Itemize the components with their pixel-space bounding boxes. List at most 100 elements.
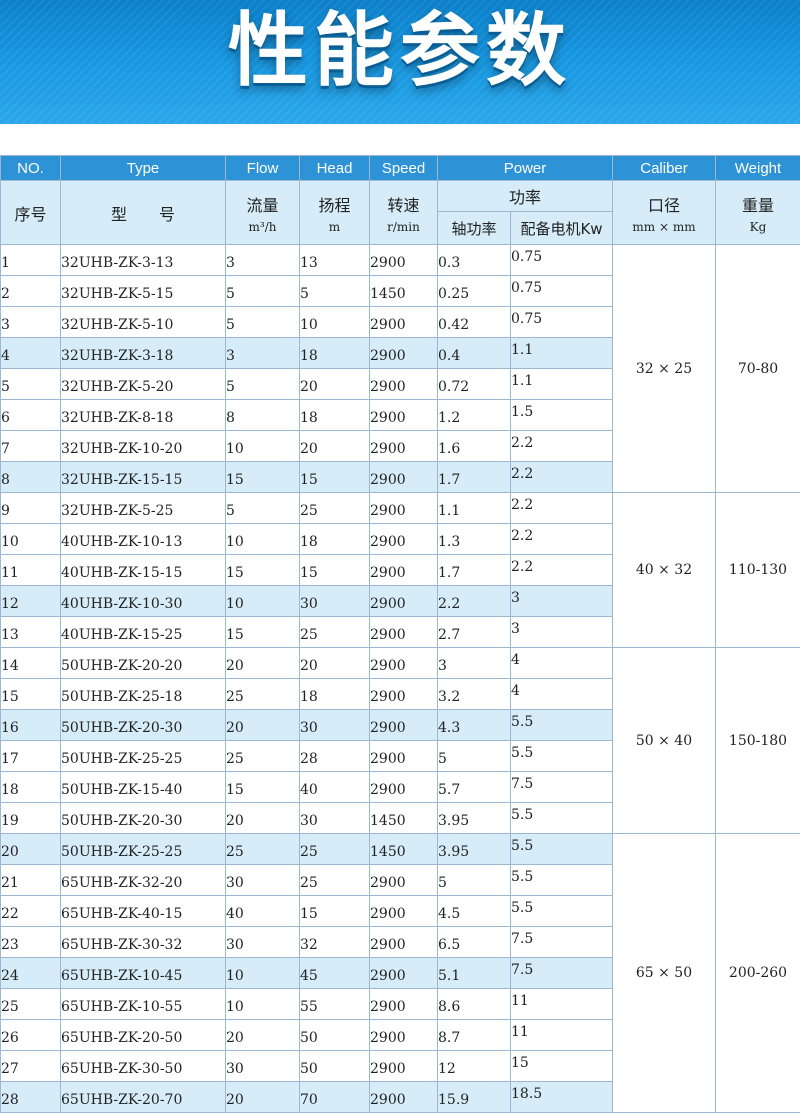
cell-head-text: 30	[300, 596, 318, 612]
cell-no: 23	[0, 926, 61, 958]
group-weight: 70-80	[715, 244, 800, 493]
cell-speed: 2900	[369, 988, 438, 1020]
cell-head-text: 18	[300, 410, 318, 426]
cell-flow: 10	[225, 430, 300, 462]
cell-type: 65UHB-ZK-10-55	[60, 988, 226, 1020]
cell-speed: 2900	[369, 895, 438, 927]
cell-type: 50UHB-ZK-20-30	[60, 802, 226, 834]
speed-unit: r/min	[387, 219, 420, 234]
cell-speed: 2900	[369, 926, 438, 958]
cell-shaft: 1.7	[437, 554, 511, 586]
cell-shaft: 4.3	[437, 709, 511, 741]
cell-motor: 4	[510, 647, 613, 679]
cell-speed: 2900	[369, 523, 438, 555]
cell-motor-text: 5.5	[511, 714, 534, 730]
table-row: 1 32UHB-ZK-3-13 3 13 2900 0.3 0.75 32 × 25 70-80	[0, 244, 800, 493]
cell-no-text: 20	[1, 844, 19, 860]
cell-speed-text: 2900	[370, 565, 406, 581]
cell-flow-text: 30	[226, 875, 244, 891]
cell-head: 32	[299, 926, 370, 958]
cell-speed-text: 2900	[370, 534, 406, 550]
cell-head: 25	[299, 833, 370, 865]
cell-flow-text: 10	[226, 596, 244, 612]
cell-head-text: 20	[300, 441, 318, 457]
cell-flow: 15	[225, 554, 300, 586]
table-row: 14 50UHB-ZK-20-20 20 20 2900 3 4 50 × 40 150-180	[0, 647, 800, 834]
table-row: 20 50UHB-ZK-25-25 25 25 1450 3.95 5.5 65 × 50 20…	[0, 833, 800, 1113]
cell-type: 65UHB-ZK-20-70	[60, 1081, 226, 1113]
cell-type: 32UHB-ZK-5-15	[60, 275, 226, 307]
cell-shaft: 0.42	[437, 306, 511, 338]
cell-head-text: 50	[300, 1030, 318, 1046]
cell-speed: 2900	[369, 368, 438, 400]
cell-head: 15	[299, 461, 370, 493]
cell-shaft: 0.4	[437, 337, 511, 369]
cell-flow-text: 20	[226, 813, 244, 829]
cell-flow: 5	[225, 275, 300, 307]
cell-flow-text: 10	[226, 968, 244, 984]
cell-shaft-text: 4.5	[438, 906, 461, 922]
cell-speed: 2900	[369, 399, 438, 431]
cell-head-text: 15	[300, 906, 318, 922]
cell-shaft-text: 1.2	[438, 410, 461, 426]
cell-no: 1	[0, 244, 61, 276]
weight-unit: Kg	[749, 219, 767, 234]
cell-type-text: 32UHB-ZK-5-15	[61, 286, 174, 302]
cell-no: 26	[0, 1019, 61, 1051]
cell-motor-text: 0.75	[511, 249, 543, 265]
cell-type-text: 65UHB-ZK-20-70	[61, 1092, 183, 1108]
cell-head: 25	[299, 864, 370, 896]
cell-type: 32UHB-ZK-3-13	[60, 244, 226, 276]
cell-no: 9	[0, 492, 61, 524]
cell-head-text: 25	[300, 503, 318, 519]
cell-flow: 25	[225, 833, 300, 865]
cell-speed-text: 2900	[370, 751, 406, 767]
cell-motor-text: 0.75	[511, 280, 543, 296]
cell-no-text: 13	[1, 627, 19, 643]
cell-shaft-text: 8.7	[438, 1030, 461, 1046]
cell-speed: 2900	[369, 461, 438, 493]
cell-speed: 2900	[369, 647, 438, 679]
cell-flow: 10	[225, 957, 300, 989]
cell-head-text: 15	[300, 472, 318, 488]
cell-motor: 5.5	[510, 802, 613, 834]
cell-type-text: 40UHB-ZK-10-13	[61, 534, 183, 550]
header-power: Power	[437, 155, 613, 181]
cell-motor-text: 7.5	[511, 776, 534, 792]
cell-flow-text: 15	[226, 627, 244, 643]
cell-shaft-text: 3.95	[438, 844, 470, 860]
header-no: NO.	[0, 155, 61, 181]
cell-speed: 2900	[369, 244, 438, 276]
cell-type-text: 32UHB-ZK-10-20	[61, 441, 183, 457]
cell-head: 20	[299, 430, 370, 462]
cell-motor: 2.2	[510, 461, 613, 493]
cell-flow: 5	[225, 492, 300, 524]
cell-shaft: 0.25	[437, 275, 511, 307]
cell-shaft: 5.1	[437, 957, 511, 989]
cell-type-text: 50UHB-ZK-15-40	[61, 782, 183, 798]
cell-no: 16	[0, 709, 61, 741]
cell-no-text: 11	[1, 565, 19, 581]
cell-no-text: 3	[1, 317, 10, 333]
cell-motor: 7.5	[510, 957, 613, 989]
header-flow: Flow	[225, 155, 300, 181]
cell-speed-text: 2900	[370, 937, 406, 953]
header-cn-power: 功率	[437, 180, 613, 212]
cell-motor-text: 5.5	[511, 869, 534, 885]
cell-no: 12	[0, 585, 61, 617]
cell-flow: 30	[225, 864, 300, 896]
cell-motor-text: 1.1	[511, 373, 534, 389]
cell-head: 50	[299, 1050, 370, 1082]
cell-shaft-text: 2.7	[438, 627, 461, 643]
cell-flow-text: 10	[226, 999, 244, 1015]
cell-no-text: 9	[1, 503, 10, 519]
cell-flow: 15	[225, 771, 300, 803]
cell-shaft-text: 8.6	[438, 999, 461, 1015]
cell-motor: 2.2	[510, 430, 613, 462]
cell-flow-text: 3	[226, 255, 235, 271]
cell-shaft: 3	[437, 647, 511, 679]
cell-flow-text: 5	[226, 286, 235, 302]
cell-flow-text: 20	[226, 1092, 244, 1108]
cell-motor: 0.75	[510, 306, 613, 338]
cell-head-text: 20	[300, 379, 318, 395]
